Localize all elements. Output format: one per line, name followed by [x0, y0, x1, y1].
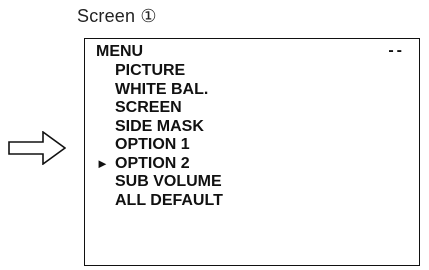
menu-indicator: --	[388, 42, 405, 59]
menu-item-label: ALL DEFAULT	[115, 191, 223, 209]
menu-item-side-mask[interactable]: SIDE MASK	[96, 118, 223, 137]
menu-item-picture[interactable]: PICTURE	[96, 62, 223, 81]
menu-item-all-default[interactable]: ALL DEFAULT	[96, 192, 223, 211]
menu-item-label: SIDE MASK	[115, 117, 204, 135]
menu-item-label: OPTION 2	[115, 154, 190, 172]
menu-item-sub-volume[interactable]: SUB VOLUME	[96, 173, 223, 192]
menu-list: PICTURE WHITE BAL. SCREEN SIDE MASK OPTI…	[96, 62, 223, 210]
right-outline-arrow-icon	[8, 131, 66, 165]
selection-cursor-icon: ►	[96, 155, 109, 171]
menu-item-label: PICTURE	[115, 62, 186, 79]
menu-item-label: SUB VOLUME	[115, 173, 222, 190]
osd-menu-panel: MENU -- PICTURE WHITE BAL. SCREEN SIDE M…	[84, 38, 420, 266]
menu-item-screen[interactable]: SCREEN	[96, 99, 223, 118]
menu-item-label: WHITE BAL.	[115, 80, 209, 98]
menu-item-label: SCREEN	[115, 99, 182, 116]
menu-item-option-2[interactable]: ► OPTION 2	[96, 155, 223, 174]
menu-item-label: OPTION 1	[115, 136, 190, 153]
menu-item-option-1[interactable]: OPTION 1	[96, 136, 223, 155]
menu-item-white-bal[interactable]: WHITE BAL.	[96, 81, 223, 100]
screen-label: Screen ①	[77, 6, 157, 26]
menu-title: MENU	[96, 43, 144, 60]
